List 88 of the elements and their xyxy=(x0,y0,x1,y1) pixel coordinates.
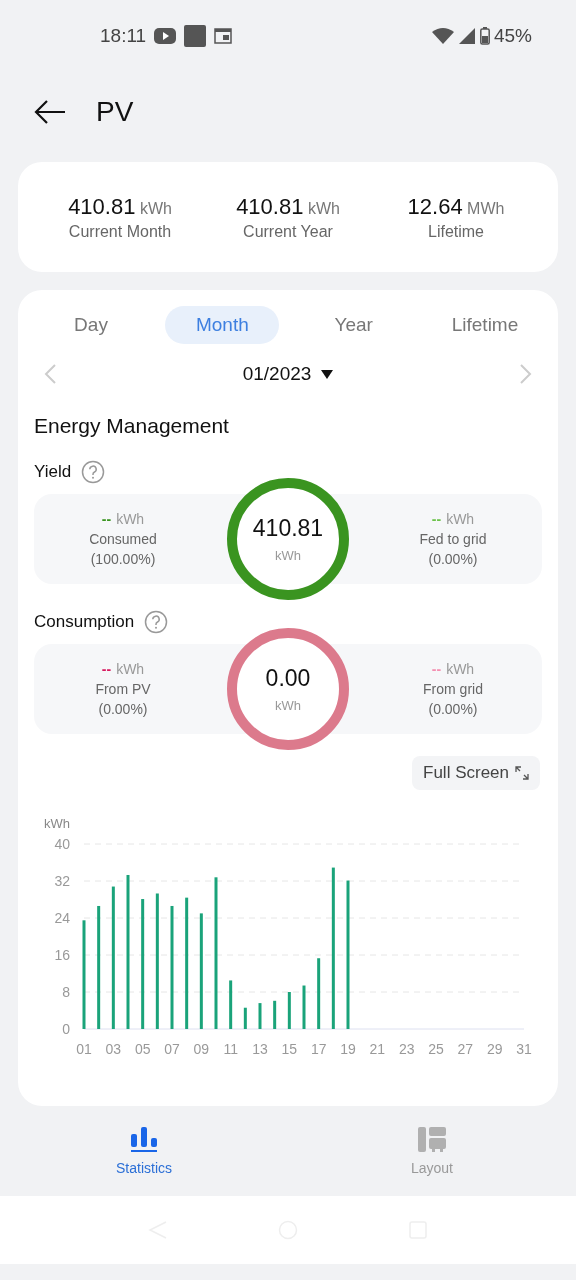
back-arrow-icon[interactable] xyxy=(34,99,66,125)
stat-label: Lifetime xyxy=(428,222,484,241)
flow-percent: (100.00%) xyxy=(90,551,156,567)
y-tick-label: 16 xyxy=(54,947,70,963)
flow-percent: (0.00%) xyxy=(428,701,478,717)
stat-label: Current Year xyxy=(243,222,333,241)
x-tick-label: 11 xyxy=(223,1041,238,1057)
total-unit: kWh xyxy=(275,698,301,713)
y-tick-label: 40 xyxy=(54,836,70,852)
flow-label: Fed to grid xyxy=(419,531,487,547)
unit-label: kWh xyxy=(446,661,475,677)
stat-value: 12.64 xyxy=(407,193,463,219)
x-tick-label: 15 xyxy=(281,1041,298,1057)
flow-percent: (0.00%) xyxy=(428,551,478,567)
bar xyxy=(273,1000,277,1029)
period-tab[interactable]: Year xyxy=(296,306,411,344)
stat-value: 410.81 xyxy=(236,193,304,219)
flow-title: Yield xyxy=(34,462,72,482)
bar xyxy=(302,985,306,1029)
total-value: 410.81 xyxy=(252,515,324,542)
calendar-icon xyxy=(214,28,233,44)
nav-tab[interactable]: Statistics xyxy=(0,1125,288,1177)
section-title: Energy Management xyxy=(34,414,230,438)
x-tick-label: 13 xyxy=(252,1041,268,1057)
wifi-icon xyxy=(431,28,454,44)
x-tick-label: 25 xyxy=(428,1041,444,1057)
flow-label: From grid xyxy=(423,681,483,697)
battery-percent: 45% xyxy=(493,25,532,47)
period-tab[interactable]: Day xyxy=(34,306,148,344)
bar xyxy=(229,980,233,1029)
total-unit: kWh xyxy=(275,548,301,563)
x-tick-label: 23 xyxy=(398,1041,415,1057)
page-title: PV xyxy=(96,96,134,128)
dash-value: -- xyxy=(101,661,112,677)
dash-value: -- xyxy=(431,511,442,527)
dash-value: -- xyxy=(101,511,112,527)
help-icon[interactable] xyxy=(144,610,169,634)
chevron-right-icon[interactable] xyxy=(520,364,532,384)
stat-label: Current Month xyxy=(68,222,172,241)
flow-label: From PV xyxy=(95,681,151,697)
layout-icon xyxy=(417,1126,447,1154)
x-tick-label: 29 xyxy=(486,1041,503,1057)
x-tick-label: 21 xyxy=(369,1041,386,1057)
bar xyxy=(287,992,291,1029)
x-tick-label: 09 xyxy=(193,1041,210,1057)
y-tick-label: 32 xyxy=(54,873,70,889)
period-tab[interactable]: Month xyxy=(165,306,280,344)
battery-icon xyxy=(479,27,490,45)
help-icon[interactable] xyxy=(81,460,106,484)
bar-chart-icon xyxy=(130,1126,158,1154)
total-value: 0.00 xyxy=(265,665,311,692)
unit-label: kWh xyxy=(446,511,475,527)
cell-signal-icon xyxy=(457,27,476,45)
stat-value: 410.81 xyxy=(68,193,136,219)
full-screen-button[interactable]: Full Screen xyxy=(412,756,540,790)
axis-unit: kWh xyxy=(44,816,70,831)
video-icon xyxy=(154,28,177,44)
bar xyxy=(317,958,321,1029)
x-tick-label: 03 xyxy=(105,1041,122,1057)
flow-label: Consumed xyxy=(89,531,157,547)
dropdown-triangle-icon[interactable] xyxy=(321,369,334,379)
square-icon xyxy=(184,25,207,47)
unit-label: kWh xyxy=(116,661,145,677)
unit-label: kWh xyxy=(116,511,145,527)
x-tick-label: 27 xyxy=(457,1041,474,1057)
x-tick-label: 19 xyxy=(340,1041,356,1057)
bar xyxy=(243,1007,247,1029)
clock: 18:11 xyxy=(100,25,147,47)
stat-unit: kWh xyxy=(307,199,340,217)
x-tick-label: 05 xyxy=(134,1041,151,1057)
chevron-left-icon[interactable] xyxy=(44,364,56,384)
x-tick-label: 17 xyxy=(310,1041,327,1057)
dash-value: -- xyxy=(431,661,442,677)
flow-title: Consumption xyxy=(34,612,135,632)
bar xyxy=(258,1003,262,1029)
y-tick-label: 24 xyxy=(54,910,70,926)
flow-percent: (0.00%) xyxy=(98,701,148,717)
stat-unit: kWh xyxy=(139,199,172,217)
expand-icon xyxy=(515,766,529,780)
nav-tab[interactable]: Layout xyxy=(288,1125,576,1177)
period-tab[interactable]: Lifetime xyxy=(428,306,542,344)
y-tick-label: 8 xyxy=(62,984,70,1000)
x-tick-label: 07 xyxy=(164,1041,180,1057)
stat-unit: MWh xyxy=(467,199,505,217)
y-tick-label: 0 xyxy=(62,1021,70,1037)
date-value[interactable]: 01/2023 xyxy=(242,363,312,385)
x-tick-label: 01 xyxy=(76,1041,92,1057)
x-tick-label: 31 xyxy=(516,1041,532,1057)
